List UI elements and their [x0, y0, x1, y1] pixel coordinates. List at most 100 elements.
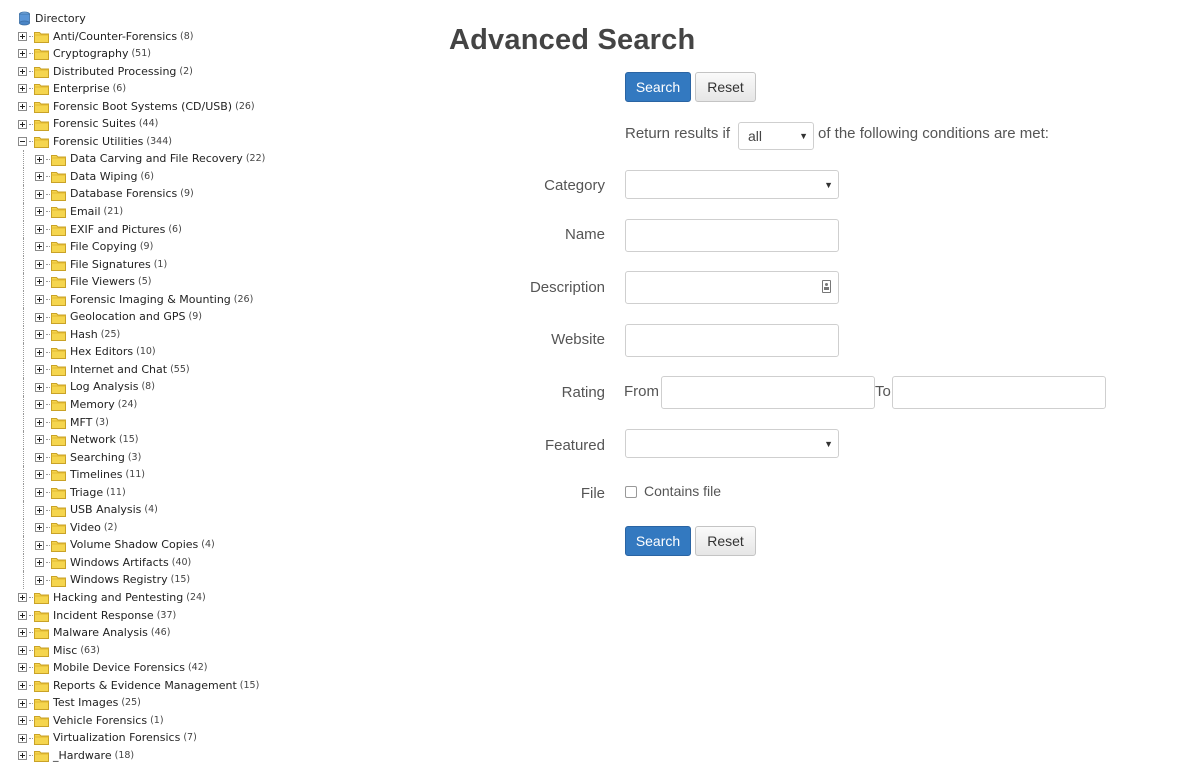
expand-icon[interactable]	[18, 645, 27, 655]
tree-item-label[interactable]: Email	[70, 203, 101, 221]
tree-item[interactable]: Forensic Suites (44)	[18, 115, 438, 133]
tree-item-label[interactable]: Geolocation and GPS	[70, 308, 186, 326]
tree-item-label[interactable]: Test Images	[53, 694, 118, 712]
tree-subitem[interactable]: Network (15)	[18, 431, 438, 449]
tree-item[interactable]: Test Images (25)	[18, 694, 438, 712]
expand-icon[interactable]	[18, 49, 27, 59]
tree-item[interactable]: Virtualization Forensics (7)	[18, 729, 438, 747]
tree-subitem[interactable]: Memory (24)	[18, 395, 438, 414]
tree-item-label[interactable]: Video	[70, 519, 101, 537]
tree-item-label[interactable]: Forensic Imaging & Mounting	[70, 291, 231, 309]
tree-item-label[interactable]: Distributed Processing	[53, 63, 176, 81]
tree-subitem[interactable]: Log Analysis (8)	[18, 378, 438, 396]
expand-icon[interactable]	[18, 66, 27, 76]
expand-icon[interactable]	[35, 470, 44, 480]
expand-icon[interactable]	[18, 610, 27, 620]
expand-icon[interactable]	[35, 505, 44, 515]
expand-icon[interactable]	[18, 698, 27, 708]
contains-file-label[interactable]: Contains file	[644, 483, 721, 499]
expand-icon[interactable]	[35, 189, 44, 199]
tree-item[interactable]: Malware Analysis (46)	[18, 624, 438, 642]
expand-icon[interactable]	[35, 487, 44, 497]
tree-item-label[interactable]: Timelines	[70, 466, 123, 484]
tree-item-label[interactable]: Data Wiping	[70, 168, 137, 186]
tree-item-label[interactable]: MFT	[70, 414, 92, 432]
tree-item[interactable]: Mobile Device Forensics (42)	[18, 659, 438, 677]
reset-button-top[interactable]: Reset	[695, 72, 756, 102]
tree-item-label[interactable]: Malware Analysis	[53, 624, 148, 642]
tree-subitem[interactable]: Volume Shadow Copies (4)	[18, 536, 438, 554]
tree-item-label[interactable]: Vehicle Forensics	[53, 712, 147, 730]
reset-button-bottom[interactable]: Reset	[695, 526, 756, 556]
expand-icon[interactable]	[35, 365, 44, 375]
rating-to-input[interactable]	[892, 376, 1106, 409]
tree-item[interactable]: Forensic Utilities (344)	[18, 133, 438, 151]
tree-item-label[interactable]: _Hardware	[53, 747, 112, 765]
tree-subitem[interactable]: File Copying (9)	[18, 238, 438, 256]
tree-subitem[interactable]: File Viewers (5)	[18, 273, 438, 291]
tree-item-label[interactable]: Windows Registry	[70, 571, 168, 589]
tree-subitem[interactable]: Hash (25)	[18, 325, 438, 344]
conditions-select[interactable]: all ▼	[738, 122, 814, 150]
tree-item-label[interactable]: USB Analysis	[70, 501, 141, 519]
tree-subitem[interactable]: Database Forensics (9)	[18, 185, 438, 203]
tree-root[interactable]: Directory	[18, 10, 438, 28]
tree-item-label[interactable]: Memory	[70, 396, 115, 414]
category-select[interactable]: ▼	[625, 170, 839, 199]
search-button-top[interactable]: Search	[625, 72, 691, 102]
tree-item-label[interactable]: Mobile Device Forensics	[53, 659, 185, 677]
contains-file-checkbox[interactable]	[625, 486, 637, 498]
tree-subitem[interactable]: File Signatures (1)	[18, 255, 438, 274]
expand-icon[interactable]	[35, 207, 44, 217]
tree-item-label[interactable]: Incident Response	[53, 607, 154, 625]
tree-item-label[interactable]: Triage	[70, 484, 103, 502]
tree-item[interactable]: _Hardware (18)	[18, 747, 438, 765]
tree-item[interactable]: Distributed Processing (2)	[18, 63, 438, 81]
tree-item-label[interactable]: Forensic Suites	[53, 115, 136, 133]
tree-subitem[interactable]: Forensic Imaging & Mounting (26)	[18, 290, 438, 309]
tree-subitem[interactable]: Timelines (11)	[18, 466, 438, 484]
description-input[interactable]	[625, 271, 839, 304]
tree-item-label[interactable]: EXIF and Pictures	[70, 221, 165, 239]
tree-subitem[interactable]: Hex Editors (10)	[18, 343, 438, 361]
tree-item-label[interactable]: File Signatures	[70, 256, 151, 274]
expand-icon[interactable]	[35, 435, 44, 445]
expand-icon[interactable]	[35, 523, 44, 533]
expand-icon[interactable]	[18, 31, 27, 41]
tree-subitem[interactable]: USB Analysis (4)	[18, 501, 438, 519]
tree-item-label[interactable]: Anti/Counter-Forensics	[53, 28, 177, 46]
tree-subitem[interactable]: Video (2)	[18, 518, 438, 537]
tree-subitem[interactable]: Email (21)	[18, 202, 438, 221]
expand-icon[interactable]	[35, 242, 44, 252]
tree-item[interactable]: Enterprise (6)	[18, 80, 438, 98]
tree-item[interactable]: Misc (63)	[18, 642, 438, 660]
tree-subitem[interactable]: Geolocation and GPS (9)	[18, 308, 438, 326]
tree-item-label[interactable]: Internet and Chat	[70, 361, 167, 379]
tree-item[interactable]: Cryptography (51)	[18, 45, 438, 63]
collapse-icon[interactable]	[18, 137, 27, 147]
tree-item-label[interactable]: Network	[70, 431, 116, 449]
tree-item-label[interactable]: Database Forensics	[70, 185, 177, 203]
tree-item-label[interactable]: Hex Editors	[70, 343, 133, 361]
contact-card-icon[interactable]	[822, 280, 831, 293]
tree-item-label[interactable]: Forensic Utilities	[53, 133, 143, 151]
tree-item-label[interactable]: File Copying	[70, 238, 137, 256]
tree-subitem[interactable]: Data Carving and File Recovery (22)	[18, 150, 438, 168]
tree-item[interactable]: Hacking and Pentesting (24)	[18, 589, 438, 607]
expand-icon[interactable]	[35, 312, 44, 322]
tree-item[interactable]: Reports & Evidence Management (15)	[18, 677, 438, 695]
expand-icon[interactable]	[35, 154, 44, 164]
expand-icon[interactable]	[18, 119, 27, 129]
expand-icon[interactable]	[35, 172, 44, 182]
featured-select[interactable]: ▼	[625, 429, 839, 458]
tree-item-label[interactable]: Searching	[70, 449, 125, 467]
tree-subitem[interactable]: Windows Registry (15)	[18, 571, 438, 589]
expand-icon[interactable]	[35, 347, 44, 357]
expand-icon[interactable]	[18, 751, 27, 761]
expand-icon[interactable]	[35, 277, 44, 287]
expand-icon[interactable]	[35, 575, 44, 585]
expand-icon[interactable]	[35, 382, 44, 392]
expand-icon[interactable]	[35, 540, 44, 550]
tree-subitem[interactable]: Data Wiping (6)	[18, 167, 438, 186]
expand-icon[interactable]	[35, 417, 44, 427]
